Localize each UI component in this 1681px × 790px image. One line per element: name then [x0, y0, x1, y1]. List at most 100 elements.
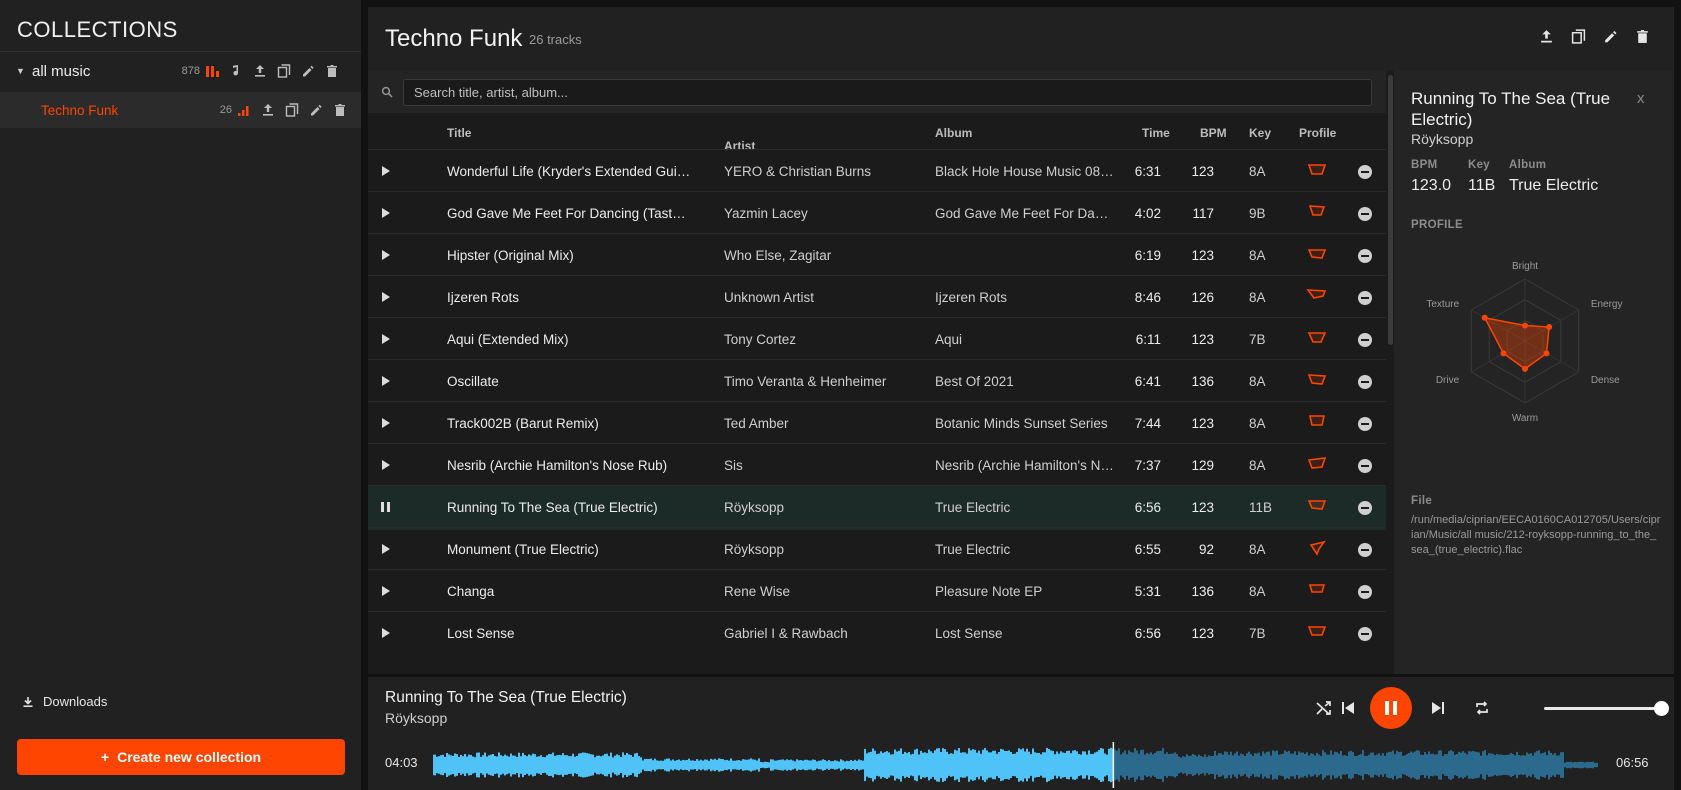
volume-slider[interactable] [1544, 707, 1661, 710]
column-album[interactable]: Album [935, 126, 972, 140]
play-icon[interactable] [381, 249, 393, 263]
previous-icon[interactable] [1339, 699, 1357, 717]
play-icon[interactable] [381, 417, 393, 431]
track-title: Wonderful Life (Kryder's Extended Guilty… [447, 164, 692, 179]
column-time[interactable]: Time [1142, 126, 1170, 140]
close-icon[interactable]: x [1637, 90, 1645, 107]
track-key: 8A [1249, 374, 1266, 389]
delete-icon[interactable] [1635, 29, 1650, 44]
table-header: Title Artist ↓ Album Time BPM Key Profil… [368, 113, 1386, 153]
remove-track-icon[interactable] [1358, 165, 1372, 179]
next-icon[interactable] [1429, 699, 1447, 717]
remove-track-icon[interactable] [1358, 333, 1372, 347]
table-row[interactable]: Ijzeren Rots Unknown Artist Ijzeren Rots 8:… [368, 275, 1386, 320]
search-input[interactable] [403, 79, 1372, 106]
equalizer-icon[interactable] [236, 102, 252, 118]
play-icon[interactable] [381, 585, 393, 599]
table-row[interactable]: Nesrib (Archie Hamilton's Nose Rub) Sis Ne… [368, 443, 1386, 488]
column-bpm[interactable]: BPM [1200, 126, 1227, 140]
table-row[interactable]: Aqui (Extended Mix) Tony Cortez Aqui 6:11 12… [368, 317, 1386, 362]
duplicate-icon[interactable] [1571, 29, 1586, 44]
remove-track-icon[interactable] [1358, 459, 1372, 473]
radar-point [1546, 324, 1553, 331]
play-icon[interactable] [381, 291, 393, 305]
remove-track-icon[interactable] [1358, 627, 1372, 641]
play-icon[interactable] [381, 375, 393, 389]
export-icon[interactable] [260, 102, 276, 118]
export-icon[interactable] [252, 63, 268, 79]
remove-track-icon[interactable] [1358, 543, 1372, 557]
remove-track-icon[interactable] [1358, 501, 1372, 515]
duplicate-icon[interactable] [284, 102, 300, 118]
table-row[interactable]: Oscillate Timo Veranta & Henheimer Best Of… [368, 359, 1386, 404]
scrollbar-thumb[interactable] [1388, 75, 1393, 345]
track-duration: 06:56 [1616, 755, 1649, 770]
play-collection-icon[interactable] [204, 63, 220, 79]
play-icon[interactable] [381, 207, 393, 221]
track-artist: Röyksopp [724, 542, 785, 557]
remove-track-icon[interactable] [1358, 249, 1372, 263]
page-title: Techno Funk [385, 25, 523, 52]
table-row[interactable]: Lost Sense Gabriel I & Rawbach Lost Sense 6… [368, 611, 1386, 656]
repeat-icon[interactable] [1473, 699, 1491, 717]
play-icon[interactable] [381, 627, 393, 641]
caret-down-icon[interactable]: ▼ [16, 66, 25, 76]
scrollbar[interactable] [1387, 71, 1394, 674]
search-icon [381, 86, 393, 98]
music-note-icon[interactable] [228, 63, 244, 79]
table-row[interactable]: Hipster (Original Mix) Who Else, Zagitar 6… [368, 233, 1386, 278]
edit-icon[interactable] [300, 63, 316, 79]
edit-icon[interactable] [308, 102, 324, 118]
bpm-value: 123.0 [1411, 177, 1452, 194]
delete-icon[interactable] [332, 102, 348, 118]
collection-item-all-music[interactable]: ▼ all music 878 [0, 53, 361, 89]
table-row[interactable]: Changa Rene Wise Pleasure Note EP 5:31 136 8A [368, 569, 1386, 614]
volume-slider-handle[interactable] [1654, 701, 1669, 716]
track-time: 6:56 [1134, 626, 1161, 641]
pause-icon[interactable] [381, 501, 393, 515]
shuffle-icon[interactable] [1315, 699, 1333, 717]
column-title[interactable]: Title [447, 126, 471, 140]
table-row[interactable]: God Gave Me Feet For Dancing (Tasty Orch… [368, 191, 1386, 236]
profile-thumbnail [1306, 244, 1328, 266]
radar-point [1500, 350, 1507, 357]
collection-item-techno-funk[interactable]: Techno Funk 26 [0, 92, 361, 128]
table-row[interactable]: Running To The Sea (True Electric) Röykso… [368, 485, 1386, 530]
downloads-link[interactable]: Downloads [22, 694, 107, 709]
play-icon[interactable] [381, 165, 393, 179]
radar-point [1543, 350, 1550, 357]
player-bar: Running To The Sea (True Electric) Röyks… [368, 677, 1674, 790]
remove-track-icon[interactable] [1358, 207, 1372, 221]
playback-position: 04:03 [385, 755, 418, 770]
track-bpm: 129 [1191, 458, 1214, 473]
table-row[interactable]: Wonderful Life (Kryder's Extended Guilty… [368, 149, 1386, 194]
table-row[interactable]: Track002B (Barut Remix) Ted Amber Botanic … [368, 401, 1386, 446]
waveform-seekbar[interactable] [433, 742, 1598, 788]
play-icon[interactable] [381, 459, 393, 473]
play-icon[interactable] [381, 333, 393, 347]
track-bpm: 92 [1198, 542, 1214, 557]
remove-track-icon[interactable] [1358, 375, 1372, 389]
collection-count: 26 [219, 104, 232, 116]
remove-track-icon[interactable] [1358, 291, 1372, 305]
duplicate-icon[interactable] [276, 63, 292, 79]
export-icon[interactable] [1539, 29, 1554, 44]
album-value: True Electric [1509, 177, 1599, 194]
column-key[interactable]: Key [1249, 126, 1271, 140]
remove-track-icon[interactable] [1358, 585, 1372, 599]
create-collection-button[interactable]: + Create new collection [17, 739, 345, 775]
search-bar [368, 71, 1386, 113]
edit-icon[interactable] [1603, 29, 1618, 44]
remove-track-icon[interactable] [1358, 417, 1372, 431]
play-icon[interactable] [381, 543, 393, 557]
track-key: 11B [1249, 500, 1273, 515]
track-key: 8A [1249, 542, 1266, 557]
radar-axis-label: Energy [1591, 299, 1623, 310]
profile-label: PROFILE [1411, 219, 1463, 231]
pause-button[interactable] [1370, 687, 1412, 729]
file-path: /run/media/ciprian/EECA0160CA012705/User… [1411, 514, 1661, 556]
file-label: File [1411, 495, 1433, 507]
table-row[interactable]: Monument (True Electric) Röyksopp True Ele… [368, 527, 1386, 572]
track-key: 8A [1249, 248, 1266, 263]
delete-icon[interactable] [324, 63, 340, 79]
